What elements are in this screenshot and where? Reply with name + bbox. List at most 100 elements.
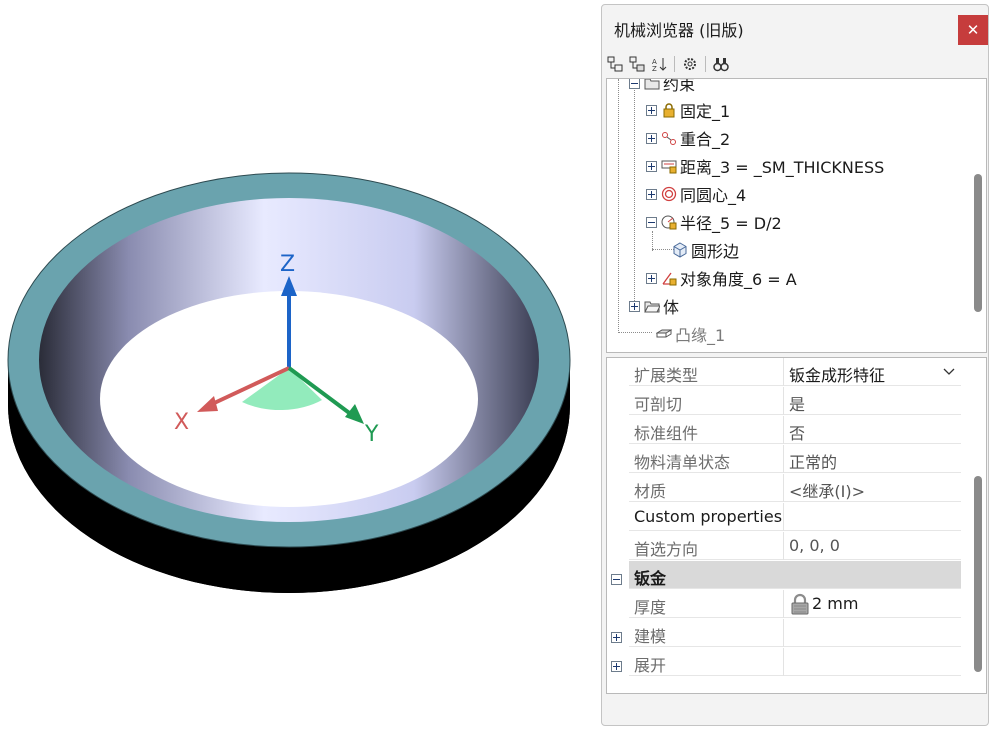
model-viewport[interactable]: Z X Y [0, 0, 600, 732]
tree-item-angle[interactable]: 对象角度_6 = A [646, 265, 797, 291]
sort-icon[interactable]: AZ [650, 55, 668, 73]
tree-scrollbar[interactable] [970, 79, 986, 352]
y-axis-label: Y [364, 422, 379, 447]
expand-toggle[interactable] [646, 160, 657, 172]
expand-toggle[interactable] [646, 104, 657, 116]
section-title: 钣金 [634, 569, 667, 588]
properties-scrollbar[interactable] [970, 358, 986, 693]
property-name: Custom properties [634, 507, 783, 526]
tree-item-label: 重合_2 [680, 130, 731, 149]
property-row-preferred-orientation[interactable]: 首选方向 0, 0, 0 [629, 532, 961, 560]
property-name: 扩展类型 [634, 366, 699, 385]
collapse-toggle[interactable] [629, 79, 640, 89]
column-divider [783, 590, 784, 618]
edge-icon [673, 242, 687, 258]
property-value: 0, 0, 0 [789, 536, 840, 555]
tree-item-circular-edge[interactable]: 圆形边 [668, 237, 739, 263]
expand-toggle[interactable] [611, 632, 622, 643]
property-row-thickness[interactable]: 厚度 2 mm [629, 590, 961, 618]
tree-item-label: 固定_1 [680, 102, 731, 121]
column-divider [783, 503, 784, 531]
tree-item-flange[interactable]: 凸缘_1 [652, 321, 725, 347]
collapse-toggle[interactable] [611, 574, 622, 585]
flange-icon [656, 329, 672, 338]
panel-toolbar: AZ [606, 51, 730, 77]
property-group-unfold[interactable]: 展开 [629, 648, 961, 676]
settings-icon[interactable] [681, 55, 699, 73]
z-axis-label: Z [280, 252, 295, 277]
property-dropdown-value[interactable]: 钣金成形特征 [789, 362, 885, 386]
property-row-custom-properties[interactable]: Custom properties [629, 503, 961, 531]
concentric-icon [661, 186, 677, 202]
tree-item-label: 圆形边 [691, 242, 740, 261]
tree-scroll-thumb[interactable] [974, 174, 982, 312]
tree-item-label: 半径_5 = D/2 [680, 214, 782, 233]
toolbar-separator [705, 56, 706, 72]
tree-item-distance[interactable]: 距离_3 = _SM_THICKNESS [646, 153, 884, 179]
browser-tree[interactable]: 约束 固定_1 重合_2 距离_3 = _SM_THICKNESS 同圆心_4 … [606, 78, 987, 353]
angle-icon [662, 272, 677, 286]
property-name: 可剖切 [634, 395, 683, 414]
expand-toggle[interactable] [646, 272, 657, 284]
tree-item-radius[interactable]: 半径_5 = D/2 [646, 209, 782, 235]
svg-text:Z: Z [652, 65, 657, 72]
tree-item-label: 对象角度_6 = A [680, 270, 797, 289]
column-divider [783, 445, 784, 473]
property-group-modeling[interactable]: 建模 [629, 619, 961, 647]
chevron-down-icon[interactable] [943, 368, 955, 376]
coincident-icon [662, 132, 676, 145]
property-row-extension-type[interactable]: 扩展类型 钣金成形特征 [629, 358, 961, 386]
bowl-model: Z X Y [7, 172, 571, 593]
tree-item-fixed[interactable]: 固定_1 [646, 97, 730, 123]
lock-icon [663, 103, 675, 118]
property-name: 物料清单状态 [634, 453, 731, 472]
tree-item-body[interactable]: 体 [629, 293, 679, 319]
property-name: 厚度 [634, 598, 667, 617]
tree-item-constraints[interactable]: 约束 [629, 78, 696, 96]
property-row-bom-status[interactable]: 物料清单状态 正常的 [629, 445, 961, 473]
mechanical-browser-panel: 机械浏览器 (旧版) ✕ AZ 约束 固定_1 重合_2 距离_3 = _SM_… [601, 4, 989, 726]
group-title: 建模 [634, 627, 667, 646]
property-row-material[interactable]: 材质 <继承(I)> [629, 474, 961, 502]
column-divider [783, 474, 784, 502]
folder-icon [644, 79, 660, 90]
collapse-all-icon[interactable] [628, 55, 646, 73]
tree-item-coincident[interactable]: 重合_2 [646, 125, 730, 151]
property-name: 首选方向 [634, 540, 699, 559]
tree-item-label: 同圆心_4 [680, 186, 747, 205]
tree-item-concentric[interactable]: 同圆心_4 [646, 181, 746, 207]
expand-toggle[interactable] [629, 300, 640, 312]
panel-title: 机械浏览器 (旧版) [614, 21, 744, 40]
property-value: 是 [789, 395, 806, 414]
property-value[interactable]: 2 mm [812, 594, 858, 613]
expand-toggle[interactable] [611, 661, 622, 672]
expand-all-icon[interactable] [606, 55, 624, 73]
close-button[interactable]: ✕ [958, 15, 988, 45]
tree-connector [634, 79, 635, 303]
tree-item-label: 凸缘_1 [675, 326, 726, 345]
property-section-sheet-metal[interactable]: 钣金 [629, 561, 961, 589]
property-value: 正常的 [789, 453, 838, 472]
tree-connector [618, 79, 619, 333]
tree-item-label: 约束 [663, 78, 696, 94]
column-divider [783, 387, 784, 415]
properties-grid[interactable]: 扩展类型 钣金成形特征 可剖切 是 标准组件 否 物料清单状态 正常的 材质 <… [606, 357, 987, 694]
close-icon: ✕ [966, 21, 980, 39]
property-row-sectionable[interactable]: 可剖切 是 [629, 387, 961, 415]
lock-icon[interactable] [789, 593, 811, 615]
property-value: <继承(I)> [789, 482, 866, 501]
find-icon[interactable] [712, 55, 730, 73]
column-divider [783, 358, 784, 386]
folder-icon [644, 301, 660, 313]
column-divider [783, 619, 784, 647]
column-divider [783, 532, 784, 560]
expand-toggle[interactable] [646, 132, 657, 144]
group-title: 展开 [634, 656, 667, 675]
property-value: 否 [789, 424, 806, 443]
expand-toggle[interactable] [646, 188, 657, 200]
property-name: 标准组件 [634, 424, 699, 443]
collapse-toggle[interactable] [646, 216, 657, 228]
properties-scroll-thumb[interactable] [974, 476, 982, 672]
column-divider [783, 648, 784, 676]
property-row-standard-component[interactable]: 标准组件 否 [629, 416, 961, 444]
